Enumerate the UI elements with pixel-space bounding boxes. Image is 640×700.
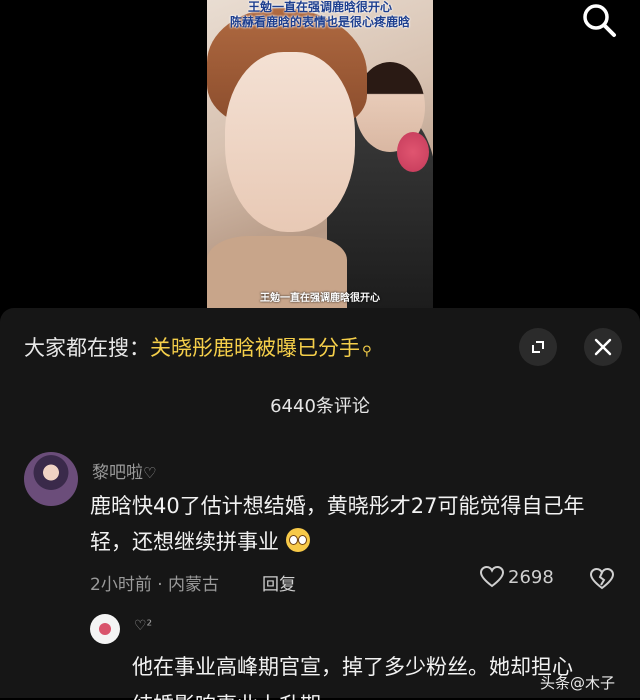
author-heart-icon: ♡ <box>143 464 157 482</box>
like-button[interactable]: 2698 <box>480 566 554 588</box>
rose-icon <box>99 623 111 635</box>
search-icon <box>583 4 616 37</box>
pleading-face-emoji-icon <box>285 528 310 552</box>
hot-search-bar[interactable]: 大家都在搜：关晓彤鹿晗被曝已分手 ⚲ <box>24 332 372 362</box>
search-button[interactable] <box>580 2 620 40</box>
broken-heart-icon <box>589 567 615 590</box>
watermark: 头条@木子 <box>540 674 616 692</box>
like-count: 2698 <box>508 566 554 588</box>
hot-search-label: 大家都在搜： <box>24 336 150 360</box>
comment-author[interactable]: 黎吧啦♡ <box>92 458 156 483</box>
reply-likes-badge: ♡² <box>134 618 153 634</box>
dislike-button[interactable] <box>589 567 615 594</box>
comment-text: 鹿晗快40了估计想结婚，黄晓彤才27可能觉得自己年轻，还想继续拼事业 <box>90 488 610 560</box>
close-button[interactable] <box>584 328 622 366</box>
video-caption-top-line1: 王勉一直在强调鹿晗很开心 <box>247 0 392 14</box>
video-area[interactable]: 王勉一直在强调鹿晗很开心 陈赫看鹿晗的表情也是很心疼鹿晗 王勉一直在强调鹿晗很开… <box>0 0 640 312</box>
expand-button[interactable] <box>519 328 557 366</box>
comment-text-body: 鹿晗快40了估计想结婚，黄晓彤才27可能觉得自己年轻，还想继续拼事业 <box>90 494 585 554</box>
close-icon <box>594 338 612 356</box>
comments-sheet: 大家都在搜：关晓彤鹿晗被曝已分手 ⚲ 6440条评论 黎吧啦♡ 鹿晗快40了估计想… <box>0 308 640 700</box>
comment-time-location: 2小时前 · 内蒙古 <box>90 575 220 595</box>
video-person-face <box>225 52 355 232</box>
heart-icon <box>480 566 504 588</box>
video-caption-top: 王勉一直在强调鹿晗很开心 陈赫看鹿晗的表情也是很心疼鹿晗 <box>207 0 433 30</box>
reply-button[interactable]: 回复 <box>262 570 296 595</box>
video-toy <box>397 132 429 172</box>
video-caption-bottom: 王勉一直在强调鹿晗很开心 <box>260 293 380 304</box>
avatar[interactable] <box>24 452 78 506</box>
video-player[interactable]: 王勉一直在强调鹿晗很开心 陈赫看鹿晗的表情也是很心疼鹿晗 王勉一直在强调鹿晗很开… <box>207 0 433 308</box>
video-caption-top-line2: 陈赫看鹿晗的表情也是很心疼鹿晗 <box>229 15 410 29</box>
comments-count: 6440条评论 <box>270 396 370 417</box>
expand-icon <box>532 341 544 353</box>
reply-avatar[interactable] <box>90 614 120 644</box>
comment-author-name[interactable]: 黎吧啦 <box>92 463 143 483</box>
hot-search-keyword[interactable]: 关晓彤鹿晗被曝已分手 <box>150 336 360 360</box>
search-icon: ⚲ <box>362 344 372 359</box>
